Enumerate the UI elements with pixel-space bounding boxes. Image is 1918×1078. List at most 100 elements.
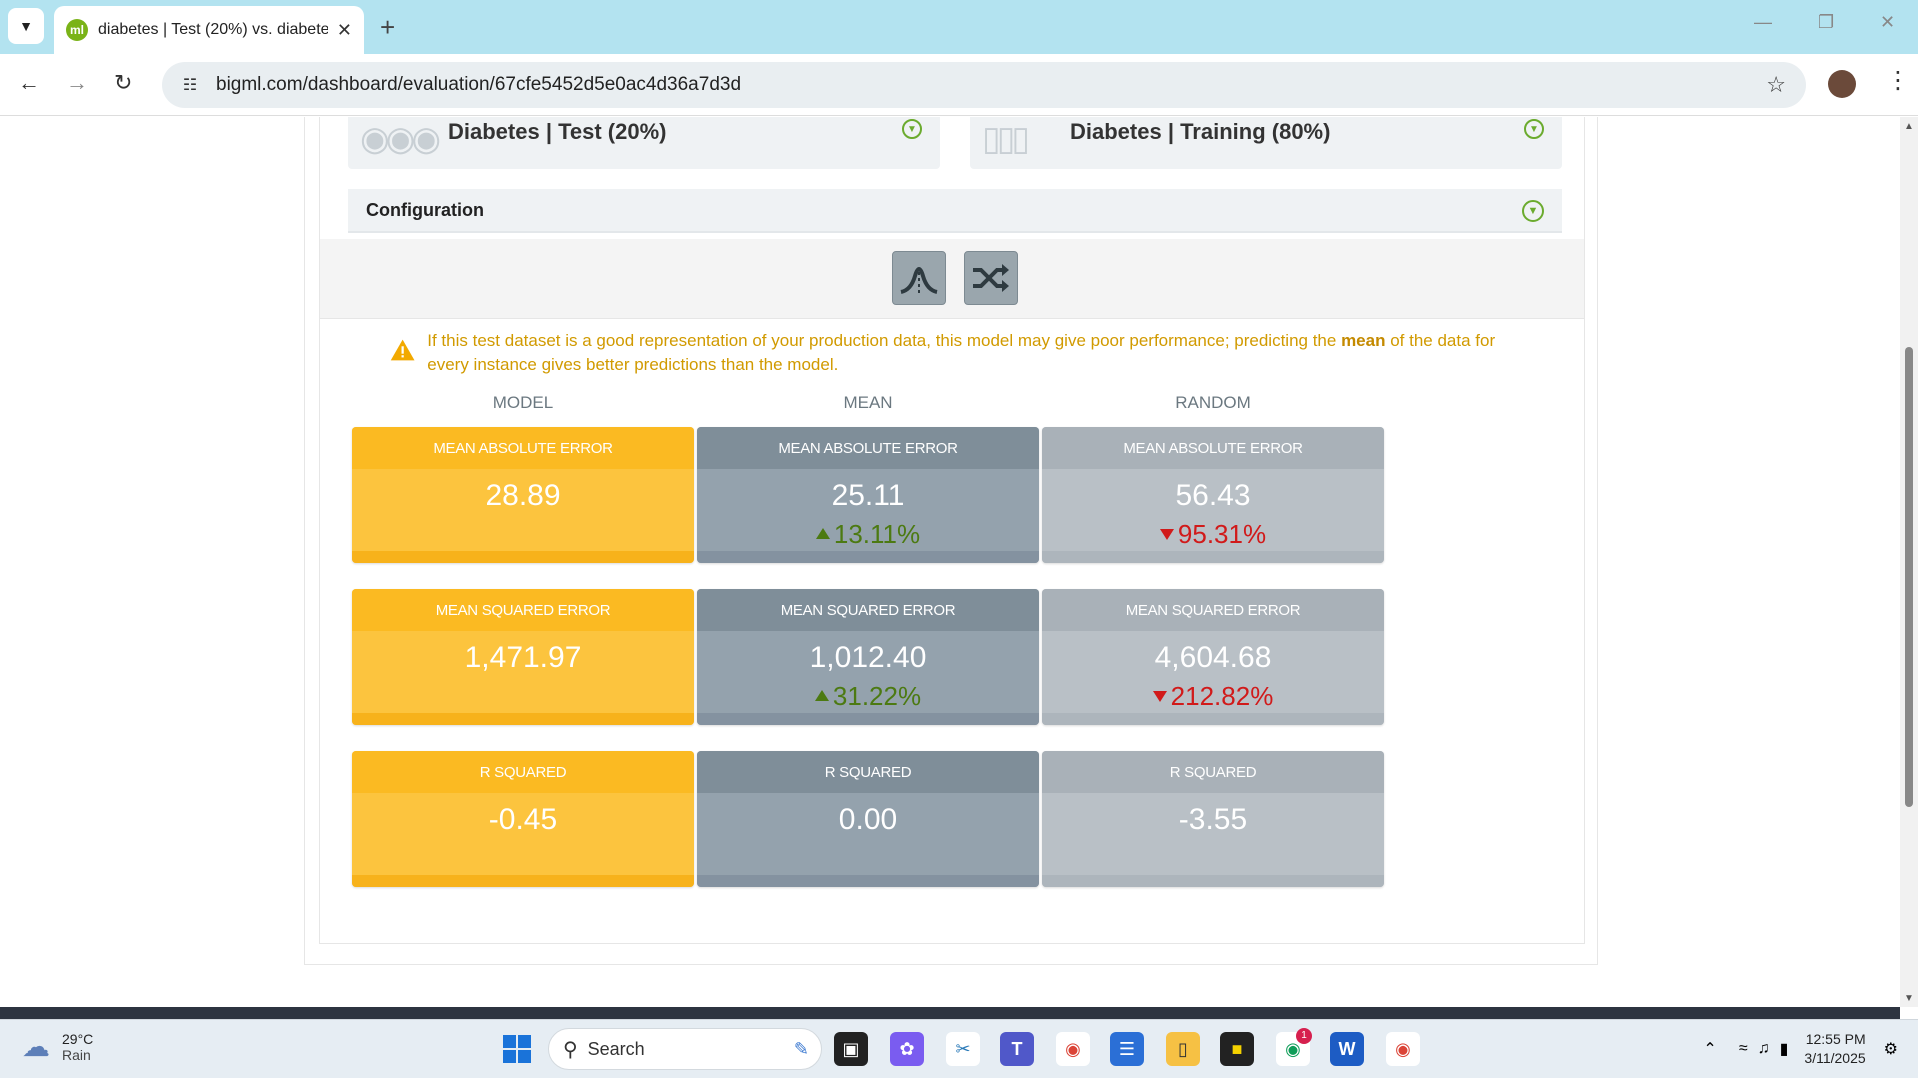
configuration-bar[interactable]: Configuration ▼ <box>348 189 1562 233</box>
reload-icon[interactable]: ↻ <box>114 70 132 96</box>
system-tray: ⌃ ≈ ♫ ▮ 12:55 PM 3/11/2025 ⚙ <box>1703 1030 1898 1068</box>
scroll-down-icon[interactable]: ▼ <box>1904 993 1914 1004</box>
volume-icon[interactable]: ♫ <box>1758 1040 1770 1058</box>
page-footer-strip <box>0 1007 1900 1019</box>
model-column-heading: MODEL <box>492 393 554 412</box>
dataset-columns-icon: ▯▯▯ <box>982 120 1030 158</box>
metric-label: MEAN ABSOLUTE ERROR <box>697 427 1039 469</box>
bell-curve-icon <box>900 267 938 294</box>
random-mse-card: MEAN SQUARED ERROR 4,604.68 212.82% <box>1042 589 1384 725</box>
card-footer <box>697 713 1039 725</box>
notepad-icon[interactable]: ☰ <box>1110 1032 1144 1066</box>
model-r2-card: R SQUARED -0.45 <box>352 751 694 887</box>
scrollbar-thumb[interactable] <box>1905 347 1913 807</box>
task-view-icon[interactable]: ▣ <box>834 1032 868 1066</box>
wifi-icon[interactable]: ≈ <box>1739 1040 1748 1058</box>
taskbar-search-placeholder: Search <box>587 1038 645 1059</box>
training-dataset-card[interactable]: ▯▯▯ Diabetes | Training (80%) ▼ <box>970 117 1562 169</box>
chrome-user-icon[interactable]: ◉ <box>1386 1032 1420 1066</box>
metric-label: R SQUARED <box>352 751 694 793</box>
window-close-icon[interactable]: ✕ <box>1880 12 1895 33</box>
metric-change: 13.11% <box>697 519 1039 550</box>
snipping-tool-icon[interactable]: ✂ <box>946 1032 980 1066</box>
notification-badge: 1 <box>1296 1028 1312 1044</box>
restore-icon[interactable]: ❐ <box>1818 12 1834 33</box>
page-scrollbar[interactable]: ▲ ▼ <box>1900 117 1918 1007</box>
warning-text-bold: mean <box>1341 331 1386 350</box>
metric-value: 25.11 <box>831 479 905 512</box>
metric-change: 31.22% <box>697 681 1039 712</box>
card-footer <box>1042 875 1384 887</box>
battery-icon[interactable]: ▮ <box>1780 1039 1789 1059</box>
shuffle-button[interactable] <box>964 251 1018 305</box>
scroll-up-icon[interactable]: ▲ <box>1904 121 1914 132</box>
dataset-tree-icon: ◉◉◉ <box>360 120 441 158</box>
random-column-heading: RANDOM <box>1175 393 1251 412</box>
new-tab-plus-icon[interactable]: + <box>380 12 395 43</box>
windows-start-icon[interactable] <box>500 1032 534 1066</box>
distribution-view-button[interactable] <box>892 251 946 305</box>
card-footer <box>1042 551 1384 563</box>
metric-change-value: 212.82% <box>1170 681 1274 711</box>
show-hidden-icons-chevron-icon[interactable]: ⌃ <box>1703 1039 1716 1059</box>
view-tools-strip <box>320 239 1584 319</box>
browser-menu-icon[interactable]: ⋮ <box>1886 66 1910 95</box>
back-arrow-icon[interactable]: ← <box>18 70 40 96</box>
search-icon: ⚲ <box>563 1038 578 1061</box>
metric-value: 0.00 <box>838 803 898 836</box>
file-explorer-icon[interactable]: ▯ <box>1166 1032 1200 1066</box>
clock-date: 3/11/2025 <box>1804 1050 1866 1066</box>
search-highlight-icon: ✎ <box>793 1038 809 1059</box>
metric-label: R SQUARED <box>697 751 1039 793</box>
site-info-icon[interactable]: ☷ <box>178 73 202 97</box>
metric-change-value: 95.31% <box>1177 519 1267 549</box>
page-content: ◉◉◉ Diabetes | Test (20%) ▼ ▯▯▯ Diabetes… <box>0 117 1900 1007</box>
teams-icon[interactable]: T <box>1000 1032 1034 1066</box>
metric-change-value: 13.11% <box>833 519 921 549</box>
test-dataset-title[interactable]: Diabetes | Test (20%) <box>448 119 667 145</box>
bookmark-star-icon[interactable]: ☆ <box>1766 72 1786 98</box>
profile-avatar[interactable] <box>1828 70 1856 98</box>
chrome-icon[interactable]: ◉ <box>1056 1032 1090 1066</box>
metric-value: 1,012.40 <box>809 641 927 674</box>
metric-change-value: 31.22% <box>832 681 922 711</box>
close-tab-icon[interactable]: ✕ <box>337 20 352 41</box>
tab-search-button[interactable]: ▼ <box>8 8 44 44</box>
decrease-arrow-icon <box>1152 691 1167 702</box>
metric-value: -0.45 <box>488 803 558 836</box>
browser-toolbar: ← → ↻ ☷ bigml.com/dashboard/evaluation/6… <box>0 54 1918 116</box>
metric-label: R SQUARED <box>1042 751 1384 793</box>
card-footer <box>352 551 694 563</box>
metric-change: 212.82% <box>1042 681 1384 712</box>
weather-widget[interactable]: ☁ 29°C Rain <box>22 1030 93 1063</box>
windows-logo-icon <box>503 1035 531 1063</box>
word-icon[interactable]: W <box>1330 1032 1364 1066</box>
expand-toggle-icon[interactable]: ▼ <box>902 119 922 139</box>
expand-toggle-icon[interactable]: ▼ <box>1524 119 1544 139</box>
decrease-arrow-icon <box>1159 529 1174 540</box>
chevron-down-icon: ▼ <box>19 18 33 34</box>
copilot-icon[interactable]: ✿ <box>890 1032 924 1066</box>
browser-tab-active[interactable]: ml diabetes | Test (20%) vs. diabetes | … <box>54 6 364 54</box>
mean-column-heading: MEAN <box>843 393 893 412</box>
taskbar-search-box[interactable]: ⚲ Search ✎ <box>548 1028 822 1070</box>
notification-bell-icon[interactable]: ⚙ <box>1884 1039 1898 1059</box>
shuffle-icon <box>973 264 1009 292</box>
weather-condition: Rain <box>62 1046 91 1063</box>
random-mae-card: MEAN ABSOLUTE ERROR 56.43 95.31% <box>1042 427 1384 563</box>
forward-arrow-icon[interactable]: → <box>66 70 88 96</box>
taskbar-clock[interactable]: 12:55 PM 3/11/2025 <box>1804 1030 1865 1068</box>
card-footer <box>697 551 1039 563</box>
expand-toggle-icon[interactable]: ▼ <box>1522 200 1544 222</box>
card-footer <box>352 713 694 725</box>
minimize-icon[interactable]: — <box>1754 12 1772 33</box>
random-r2-card: R SQUARED -3.55 <box>1042 751 1384 887</box>
address-bar[interactable]: ☷ bigml.com/dashboard/evaluation/67cfe54… <box>162 62 1806 108</box>
test-dataset-card[interactable]: ◉◉◉ Diabetes | Test (20%) ▼ <box>348 117 940 169</box>
sticky-notes-icon[interactable]: ■ <box>1220 1032 1254 1066</box>
clock-time: 12:55 PM <box>1805 1031 1866 1047</box>
url-text[interactable]: bigml.com/dashboard/evaluation/67cfe5452… <box>216 74 741 96</box>
card-footer <box>697 875 1039 887</box>
increase-arrow-icon <box>815 528 830 539</box>
training-dataset-title[interactable]: Diabetes | Training (80%) <box>1070 119 1330 145</box>
